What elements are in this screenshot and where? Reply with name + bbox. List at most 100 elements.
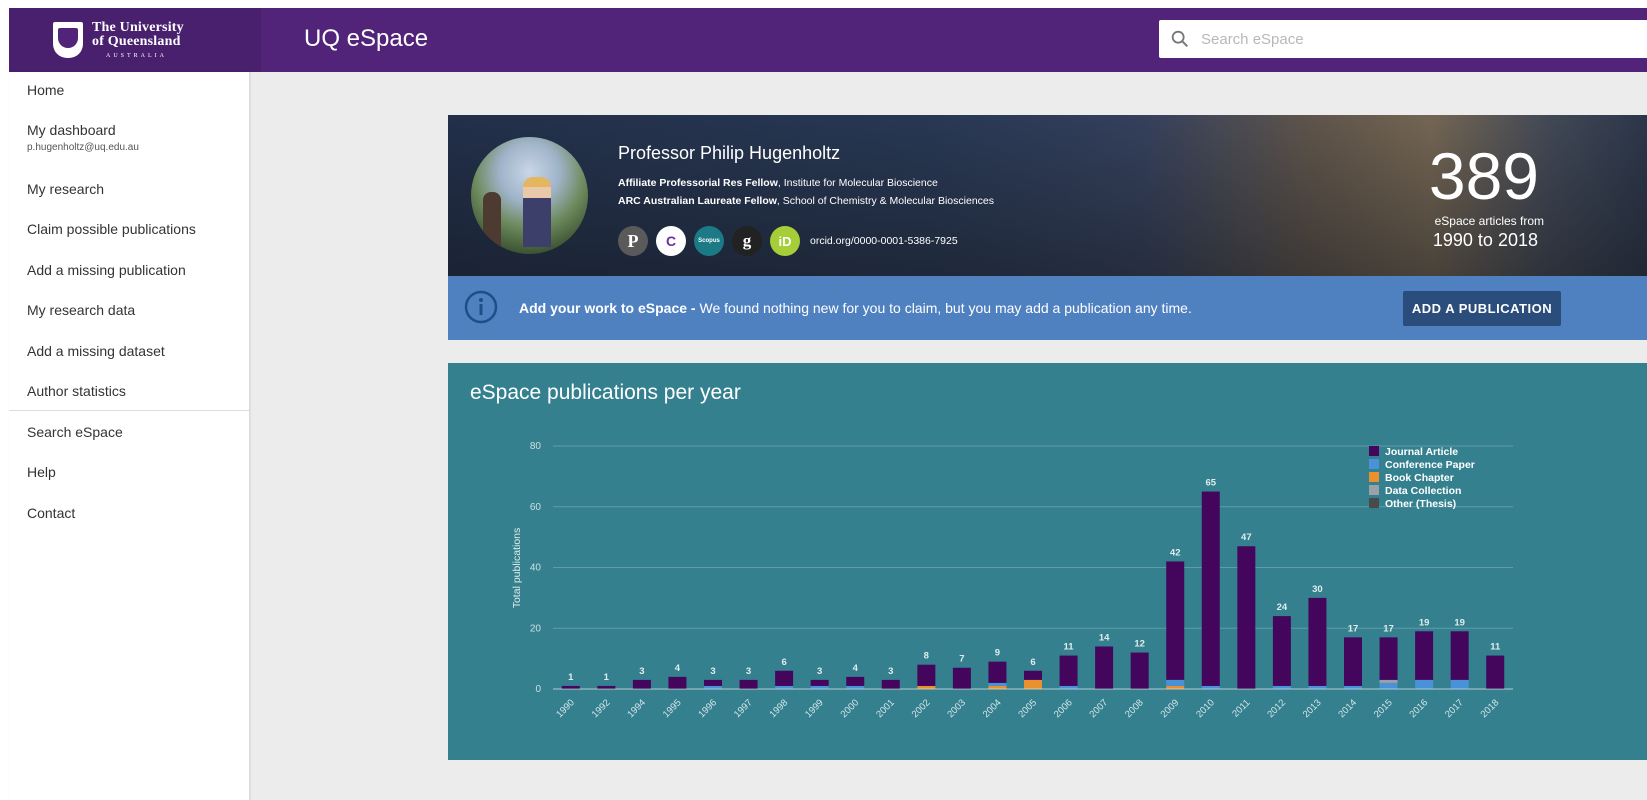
data-label: 4 <box>675 663 681 674</box>
x-tick-label: 1995 <box>661 697 684 720</box>
bar-segment <box>1166 679 1185 686</box>
y-tick-label: 0 <box>535 684 541 695</box>
bar-segment <box>1095 646 1114 689</box>
bar-segment <box>668 676 687 689</box>
x-tick-label: 2016 <box>1408 697 1431 720</box>
bar-segment <box>1059 655 1078 686</box>
x-tick-label: 1994 <box>625 697 648 720</box>
sidebar-nav: Home My dashboard p.hugenholtz@uq.edu.au … <box>9 72 249 800</box>
data-label: 6 <box>1030 657 1035 668</box>
author-name: Professor Philip Hugenholtz <box>618 143 841 163</box>
data-label: 65 <box>1205 478 1216 489</box>
x-tick-label: 2003 <box>945 697 968 720</box>
x-tick-label: 2018 <box>1479 697 1502 720</box>
y-tick-label: 80 <box>530 441 542 452</box>
bar-segment <box>1344 637 1362 686</box>
x-tick-label: 2014 <box>1336 697 1359 720</box>
window-frame-top <box>0 0 1647 8</box>
data-label: 12 <box>1134 639 1145 650</box>
bar-segment <box>1379 637 1398 680</box>
x-tick-label: 2017 <box>1443 697 1466 720</box>
bar-chart: 0 20 40 60 80 Total publications 1 1990 1 1992 3 19… <box>511 441 1513 720</box>
data-label: 11 <box>1064 642 1075 653</box>
alert-text: We found nothing new for you to claim, b… <box>699 300 1192 316</box>
uq-wordmark: The University of Queensland AUSTRALIA <box>92 20 184 60</box>
data-label: 17 <box>1383 623 1394 634</box>
legend-swatch <box>1369 498 1379 508</box>
y-tick-label: 60 <box>530 502 542 513</box>
bar-segment <box>1415 679 1434 689</box>
uq-crest-icon <box>53 22 83 58</box>
x-tick-label: 2005 <box>1016 697 1039 720</box>
sidebar-item-my-dashboard[interactable]: My dashboard p.hugenholtz@uq.edu.au <box>27 122 139 153</box>
data-label: 1 <box>568 672 574 683</box>
add-work-alert: Add your work to eSpace - We found nothi… <box>448 276 1647 340</box>
legend-label: Journal Article <box>1385 446 1458 458</box>
sidebar-item-home[interactable]: Home <box>27 82 64 98</box>
bar-segment <box>1379 679 1398 683</box>
sidebar-item-search-espace[interactable]: Search eSpace <box>27 424 123 440</box>
bar-segment <box>704 679 722 686</box>
sidebar-item-label: Home <box>27 82 65 98</box>
avatar-figure-bg <box>483 192 501 252</box>
logo-line-2: of Queensland <box>92 34 181 50</box>
data-label: 3 <box>746 666 751 677</box>
data-label: 11 <box>1490 642 1501 653</box>
search-icon <box>1171 30 1189 48</box>
sidebar-item-my-research-data[interactable]: My research data <box>27 302 135 318</box>
article-count-label: eSpace articles from <box>1434 214 1544 228</box>
bar-segment <box>1237 546 1256 689</box>
publons-icon[interactable]: P <box>618 226 648 256</box>
sidebar-item-label: Add a missing publication <box>27 262 186 278</box>
sidebar-item-author-statistics[interactable]: Author statistics <box>27 383 126 399</box>
legend-swatch <box>1369 472 1379 482</box>
bar-segment <box>739 679 758 689</box>
author-profile-card: Professor Philip Hugenholtz Affiliate Pr… <box>448 115 1647 276</box>
orcid-icon[interactable]: iD <box>770 226 800 256</box>
scopus-icon[interactable]: Scopus <box>694 226 724 256</box>
researcherid-icon[interactable]: C <box>656 226 686 256</box>
data-label: 30 <box>1312 584 1323 595</box>
bar-segment <box>1166 561 1185 680</box>
role-org: , Institute for Molecular Bioscience <box>777 177 938 189</box>
app-title[interactable]: UQ eSpace <box>304 25 428 53</box>
sidebar-item-label: Search eSpace <box>27 424 123 440</box>
sidebar-item-add-publication[interactable]: Add a missing publication <box>27 262 186 278</box>
orcid-link[interactable]: orcid.org/0000-0001-5386-7925 <box>810 235 958 247</box>
y-tick-label: 20 <box>530 623 542 634</box>
x-tick-label: 1990 <box>554 697 577 720</box>
search-input[interactable] <box>1199 29 1603 49</box>
bar-segment <box>846 676 865 686</box>
sidebar-item-claim-publications[interactable]: Claim possible publications <box>27 221 196 237</box>
author-role: ARC Australian Laureate Fellow, School o… <box>618 195 994 207</box>
sidebar-item-label: Author statistics <box>27 383 126 399</box>
info-icon <box>464 290 498 324</box>
bar-segment <box>1486 655 1505 689</box>
window-frame-left <box>0 0 9 800</box>
sidebar-item-add-dataset[interactable]: Add a missing dataset <box>27 343 165 359</box>
sidebar-item-my-research[interactable]: My research <box>27 181 104 197</box>
sidebar-item-contact[interactable]: Contact <box>27 505 75 521</box>
legend-label: Book Chapter <box>1385 472 1454 484</box>
data-label: 4 <box>853 663 859 674</box>
bar-segment <box>632 679 651 689</box>
search-bar[interactable] <box>1159 20 1647 58</box>
x-tick-label: 2007 <box>1088 697 1111 720</box>
bar-segment <box>917 664 936 686</box>
avatar <box>471 137 588 254</box>
data-label: 3 <box>710 666 715 677</box>
google-scholar-icon[interactable]: g <box>732 226 762 256</box>
sidebar-item-help[interactable]: Help <box>27 464 56 480</box>
data-label: 14 <box>1099 632 1110 643</box>
bar-segment <box>1450 679 1469 689</box>
alert-title: Add your work to eSpace - <box>519 300 700 316</box>
bar-segment <box>952 667 971 689</box>
x-tick-label: 1998 <box>768 697 791 720</box>
bar-segment <box>1308 597 1327 686</box>
add-publication-button[interactable]: ADD A PUBLICATION <box>1403 291 1561 326</box>
article-year-range: 1990 to 2018 <box>1432 230 1538 250</box>
bar-segment <box>775 670 794 686</box>
uq-logo[interactable]: The University of Queensland AUSTRALIA <box>9 8 261 72</box>
sidebar-item-label: Help <box>27 464 56 480</box>
data-label: 24 <box>1277 602 1288 613</box>
